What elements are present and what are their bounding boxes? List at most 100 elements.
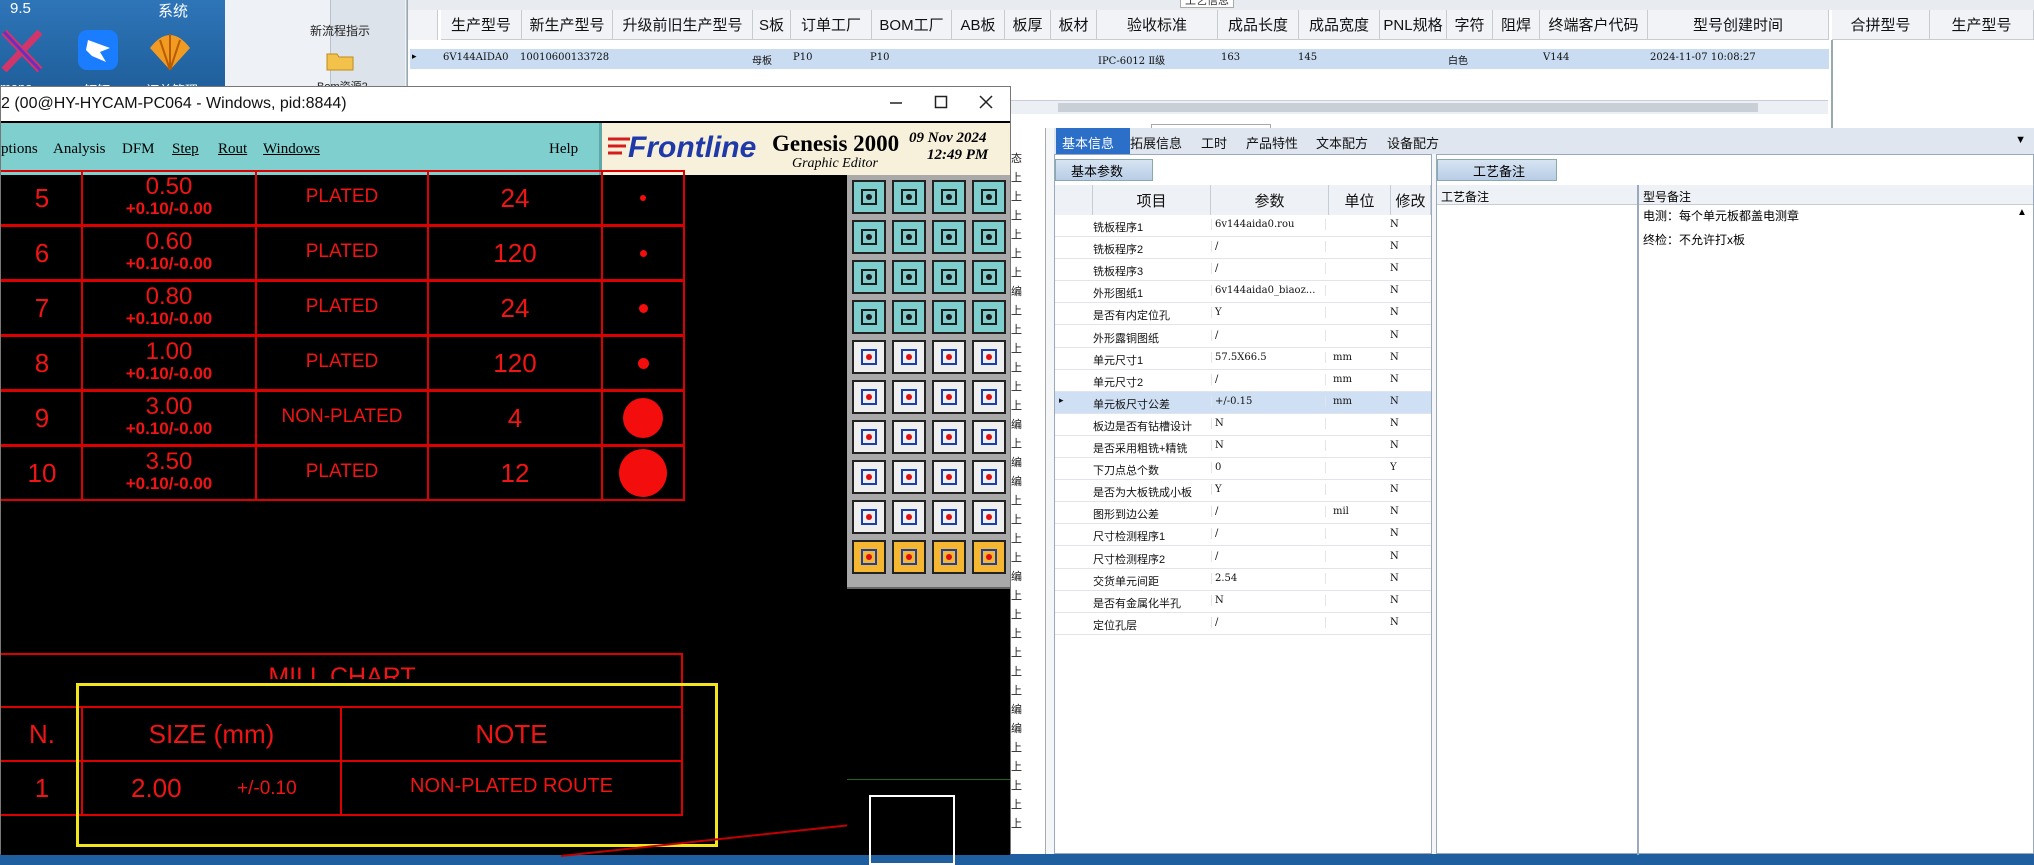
param-value[interactable]: / <box>1211 241 1326 253</box>
close-icon[interactable] <box>979 95 993 114</box>
menu-help[interactable]: Help <box>549 141 578 158</box>
mana-app-icon[interactable] <box>0 26 52 76</box>
tool-pointer-b-icon[interactable] <box>892 540 926 574</box>
col-header-created[interactable]: 型号创建时间 <box>1648 10 1829 40</box>
tool-text-ff-icon[interactable] <box>972 420 1006 454</box>
tool-triangle-c-icon[interactable] <box>932 500 966 534</box>
tool-grid-icon[interactable] <box>972 180 1006 214</box>
col-header-char[interactable]: 字符 <box>1447 10 1493 40</box>
col-header-old-model[interactable]: 升级前旧生产型号 <box>613 10 753 40</box>
tool-arc-icon[interactable] <box>932 420 966 454</box>
tool-pad-icon[interactable] <box>852 340 886 374</box>
param-value[interactable]: / <box>1211 528 1326 540</box>
param-value[interactable]: N <box>1211 417 1326 429</box>
param-value[interactable]: / <box>1211 550 1326 562</box>
col-header-new-model[interactable]: 新生产型号 <box>522 10 613 40</box>
param-value[interactable]: 6v144aida0.rou <box>1211 219 1326 230</box>
col-header-pnl[interactable]: PNL规格 <box>1380 10 1447 40</box>
param-value[interactable]: / <box>1211 373 1326 385</box>
param-row[interactable]: 下刀点总个数 0 Y <box>1055 458 1431 481</box>
tool-matrix-icon[interactable] <box>892 300 926 334</box>
tool-triangle-b-icon[interactable] <box>892 500 926 534</box>
params-header-param[interactable]: 参数 <box>1211 185 1329 215</box>
tool-circle-icon[interactable] <box>972 340 1006 374</box>
param-value[interactable]: / <box>1211 506 1326 518</box>
tab-extended-info[interactable]: 拓展信息 <box>1130 133 1182 152</box>
order-management-icon[interactable] <box>144 26 196 76</box>
col-header-ab-board[interactable]: AB板 <box>952 10 1005 40</box>
param-row[interactable]: 单元尺寸1 57.5X66.5 mm N <box>1055 348 1431 370</box>
tool-home-icon[interactable] <box>932 180 966 214</box>
tool-route-a-icon[interactable] <box>932 300 966 334</box>
param-row[interactable]: 铣板程序1 6v144aida0.rou N <box>1055 215 1431 237</box>
menu-windows[interactable]: Windows <box>263 141 320 158</box>
tool-triangle-a-icon[interactable] <box>852 500 886 534</box>
menu-rout[interactable]: Rout <box>218 141 247 158</box>
param-row[interactable]: ▸ 单元板尺寸公差 +/-0.15 mm N <box>1055 391 1431 414</box>
tool-move-a-icon[interactable] <box>932 380 966 414</box>
tool-angle-icon[interactable] <box>852 420 886 454</box>
craft-divider[interactable] <box>1637 185 1639 855</box>
param-row[interactable]: 外形露铜图纸 / N <box>1055 326 1431 348</box>
craft-col-notes[interactable]: 工艺备注 <box>1441 188 1489 205</box>
param-value[interactable]: / <box>1211 329 1326 341</box>
tool-save-icon[interactable] <box>892 180 926 214</box>
col-header-model-2[interactable]: 生产型号 <box>1930 10 2034 40</box>
col-header-customer[interactable]: 终端客户代码 <box>1540 10 1648 40</box>
tool-pan-left-icon[interactable] <box>852 220 886 254</box>
folder-icon[interactable] <box>325 48 355 77</box>
tool-zoom-in-icon[interactable] <box>852 260 886 294</box>
mini-view[interactable] <box>847 587 1010 865</box>
col-header-standard[interactable]: 验收标准 <box>1097 10 1218 40</box>
graphic-canvas[interactable]: 5 0.50 +0.10/-0.00 PLATED 24 6 0.60 +0.1… <box>1 170 851 857</box>
flow-guide-label[interactable]: 新流程指示 <box>310 22 370 39</box>
col-header-s-board[interactable]: S板 <box>753 10 791 40</box>
params-header-unit[interactable]: 单位 <box>1329 185 1391 215</box>
tab-product-features[interactable]: 产品特性 <box>1246 133 1298 152</box>
tool-dash-icon[interactable] <box>892 460 926 494</box>
params-header-item[interactable]: 项目 <box>1093 185 1211 215</box>
tool-measure-icon[interactable] <box>932 340 966 374</box>
col-header-bom-factory[interactable]: BOM工厂 <box>872 10 952 40</box>
param-row[interactable]: 外形图纸1 6v144aida0_biaoz... N <box>1055 281 1431 304</box>
tool-zoom-out-icon[interactable] <box>892 260 926 294</box>
tab-text-recipe[interactable]: 文本配方 <box>1316 133 1368 152</box>
tool-triangle-d-icon[interactable] <box>972 500 1006 534</box>
param-row[interactable]: 尺寸检测程序1 / N <box>1055 524 1431 547</box>
minimize-icon[interactable] <box>889 95 903 114</box>
param-value[interactable]: 57.5X66.5 <box>1211 351 1326 363</box>
tool-scale-icon[interactable] <box>932 260 966 294</box>
tool-square-node-icon[interactable] <box>852 460 886 494</box>
tool-insert-icon[interactable] <box>852 180 886 214</box>
param-value[interactable]: Y <box>1211 307 1326 319</box>
param-row[interactable]: 是否采用粗铣+精铣 N N <box>1055 436 1431 458</box>
col-header-solder[interactable]: 阻焊 <box>1493 10 1540 40</box>
param-row[interactable]: 是否为大板铣成小板 Y N <box>1055 480 1431 503</box>
tool-pointer-d-icon[interactable] <box>972 540 1006 574</box>
tool-pointer-a-icon[interactable] <box>852 540 886 574</box>
param-value[interactable]: 0 <box>1211 462 1326 474</box>
craft-col-model-notes[interactable]: 型号备注 <box>1643 188 1691 205</box>
param-row[interactable]: 铣板程序3 / N <box>1055 259 1431 282</box>
tab-dropdown-icon[interactable]: ▼ <box>2015 134 2026 146</box>
dingtalk-icon[interactable] <box>72 26 124 76</box>
param-row[interactable]: 单元尺寸2 / mm N <box>1055 370 1431 392</box>
param-row[interactable]: 铣板程序2 / N <box>1055 237 1431 260</box>
param-value[interactable]: / <box>1211 616 1326 628</box>
param-row[interactable]: 尺寸检测程序2 / N <box>1055 547 1431 569</box>
col-header-order-factory[interactable]: 订单工厂 <box>791 10 872 40</box>
tool-copy-icon[interactable] <box>972 460 1006 494</box>
tool-zoom-fit-icon[interactable] <box>932 220 966 254</box>
craft-scroll-icon[interactable]: ▲ <box>2017 207 2027 218</box>
param-value[interactable]: N <box>1211 440 1326 451</box>
tool-node-icon[interactable] <box>852 380 886 414</box>
maximize-icon[interactable] <box>934 95 948 114</box>
tool-connect-icon[interactable] <box>932 460 966 494</box>
col-header-model[interactable]: 生产型号 <box>441 10 522 40</box>
tool-route-b-icon[interactable] <box>972 300 1006 334</box>
menu-analysis[interactable]: Analysis <box>53 141 106 158</box>
tool-query-icon[interactable] <box>972 260 1006 294</box>
param-value[interactable]: +/-0.15 <box>1211 395 1326 407</box>
menu-step[interactable]: Step <box>172 141 199 158</box>
tool-snap-icon[interactable] <box>852 300 886 334</box>
